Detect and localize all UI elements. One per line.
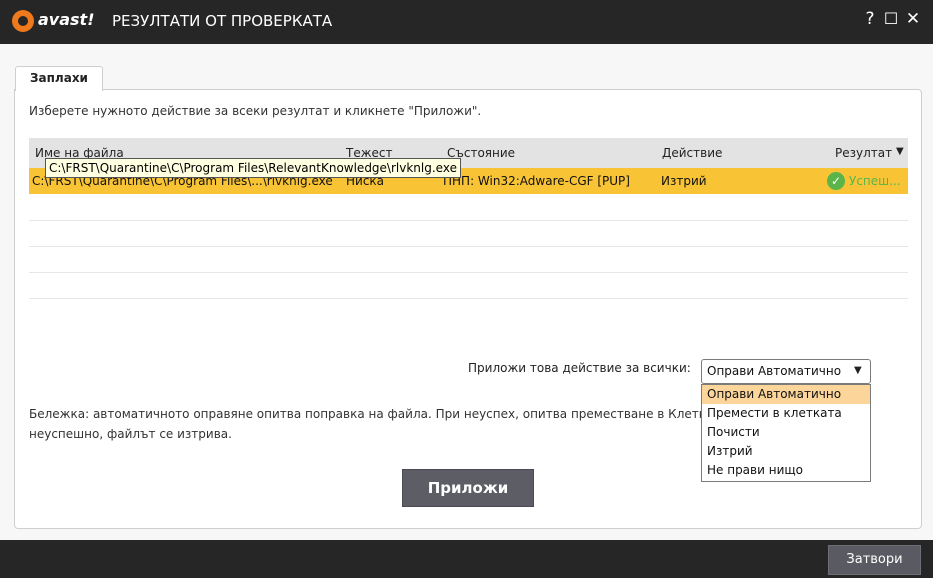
close-window-button[interactable]: ✕ xyxy=(903,8,923,30)
logo-text: avast! xyxy=(38,10,95,29)
row-status: ПНП: Win32:Adware-CGF [PUP] xyxy=(443,174,630,188)
help-button[interactable]: ? xyxy=(860,8,880,30)
window-title: РЕЗУЛТАТИ ОТ ПРОВЕРКАТА xyxy=(112,12,333,30)
dropdown-option-label: Не прави нищо xyxy=(707,463,804,477)
dropdown-option-do-nothing[interactable]: Не прави нищо xyxy=(702,461,870,480)
dropdown-option-delete[interactable]: Изтрий xyxy=(702,442,870,461)
main-area: Заплахи Изберете нужното действие за все… xyxy=(0,44,933,540)
dropdown-option-label: Почисти xyxy=(707,425,760,439)
dropdown-option-move-to-chest[interactable]: Премести в клетката xyxy=(702,404,870,423)
apply-all-label: Приложи това действие за всички: xyxy=(468,361,691,375)
filename-tooltip: C:\FRST\Quarantine\C\Program Files\Relev… xyxy=(45,158,461,178)
apply-all-selected-value: Оправи Автоматично xyxy=(707,364,842,378)
chevron-down-icon[interactable]: ▼ xyxy=(854,365,862,376)
row-divider xyxy=(29,246,908,247)
title-bar: avast! РЕЗУЛТАТИ ОТ ПРОВЕРКАТА ? ☐ ✕ xyxy=(0,0,933,44)
column-action[interactable]: Действие xyxy=(662,146,722,160)
row-divider xyxy=(29,272,908,273)
footer-bar: Затвори xyxy=(0,540,933,578)
dropdown-option-label: Премести в клетката xyxy=(707,406,842,420)
column-result[interactable]: Резултат xyxy=(835,146,892,160)
row-divider xyxy=(29,298,908,299)
avast-logo-icon: avast! xyxy=(12,8,102,34)
instructions-text: Изберете нужното действие за всеки резул… xyxy=(29,104,482,118)
tab-threats[interactable]: Заплахи xyxy=(15,66,103,91)
dropdown-option-label: Изтрий xyxy=(707,444,753,458)
results-panel: Изберете нужното действие за всеки резул… xyxy=(14,89,922,529)
row-action[interactable]: Изтрий xyxy=(661,174,707,188)
dropdown-option-auto-fix[interactable]: Оправи Автоматично xyxy=(702,385,870,404)
row-divider xyxy=(29,220,908,221)
dropdown-option-label: Оправи Автоматично xyxy=(707,387,842,401)
dropdown-option-repair[interactable]: Почисти xyxy=(702,423,870,442)
apply-all-select[interactable]: Оправи Автоматично ▼ xyxy=(701,359,871,384)
apply-button[interactable]: Приложи xyxy=(402,469,534,507)
chevron-down-icon[interactable]: ▼ xyxy=(896,146,904,157)
apply-all-dropdown-list: Оправи Автоматично Премести в клетката П… xyxy=(701,384,871,482)
close-button[interactable]: Затвори xyxy=(828,545,921,575)
check-circle-icon: ✓ xyxy=(827,172,845,190)
row-result: Успеш... xyxy=(849,174,901,188)
maximize-button[interactable]: ☐ xyxy=(881,8,901,30)
